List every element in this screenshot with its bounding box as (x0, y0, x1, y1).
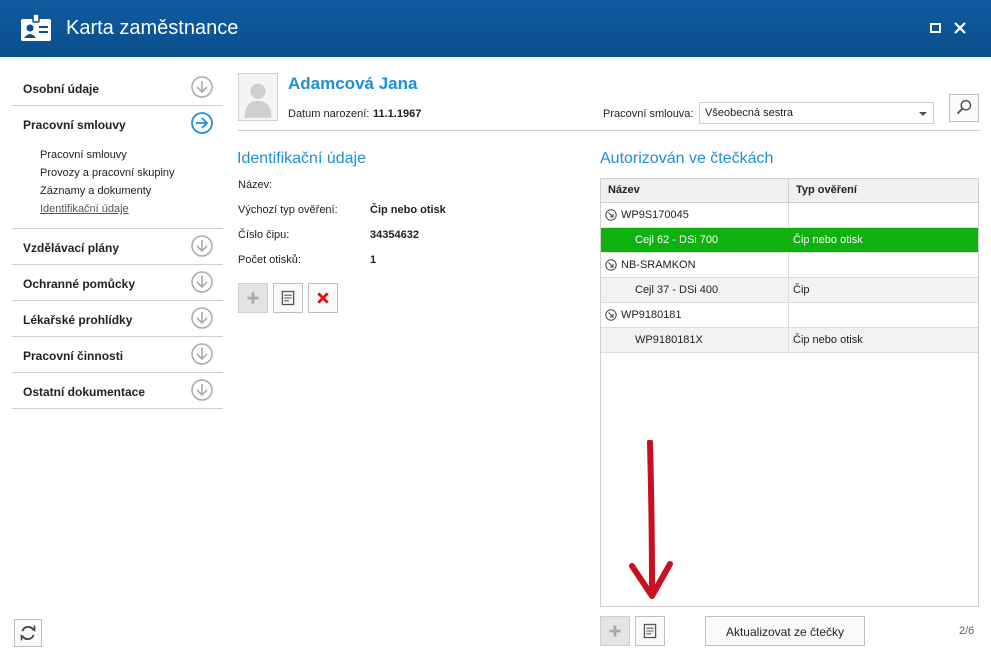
close-icon[interactable] (952, 20, 968, 36)
cell-name: Cejl 37 - DSi 400 (601, 278, 789, 302)
cell-name: Cejl 62 - DSi 700 (601, 228, 789, 252)
row-type: Čip (793, 284, 810, 296)
row-name: WP9180181 (621, 309, 682, 321)
contract-label: Pracovní smlouva: (603, 108, 694, 120)
grid-header: Název Typ ověření (601, 179, 978, 203)
cell-name: NB-SRAMKON (601, 253, 789, 277)
window-title: Karta zaměstnance (66, 17, 239, 39)
employee-name: Adamcová Jana (288, 74, 418, 93)
sidebar-item-label: Pracovní smlouvy (23, 118, 126, 132)
row-type (789, 303, 978, 327)
field-value-typ-overeni: Čip nebo otisk (370, 204, 446, 216)
table-row-group[interactable]: WP9S170045 (601, 203, 978, 228)
arrow-down-circle-icon (191, 343, 213, 365)
sidebar-item-ostatni-dokumentace[interactable]: Ostatní dokumentace (12, 373, 223, 409)
group-expand-icon[interactable] (605, 209, 617, 221)
id-card-icon (21, 13, 51, 41)
table-row[interactable]: WP9180181X Čip nebo otisk (601, 328, 978, 353)
maximize-icon[interactable] (928, 20, 944, 36)
chevron-down-icon (919, 112, 927, 116)
sidebar-item-label: Osobní údaje (23, 82, 100, 96)
arrow-down-circle-icon (191, 76, 213, 98)
column-header-nazev[interactable]: Název (608, 184, 640, 196)
dob-label: Datum narození: (288, 108, 370, 120)
column-separator (788, 179, 789, 203)
magnifier-icon[interactable] (949, 94, 979, 122)
subnav-item-provozy[interactable]: Provozy a pracovní skupiny (40, 164, 223, 182)
group-expand-icon[interactable] (605, 259, 617, 271)
dob-value: 11.1.1967 (373, 108, 422, 120)
sidebar-item-osobni-udaje[interactable]: Osobní údaje (12, 70, 223, 106)
field-label-nazev: Název: (238, 179, 273, 191)
row-name: WP9S170045 (621, 209, 689, 221)
sidebar-item-pracovni-smlouvy[interactable]: Pracovní smlouvy (12, 106, 223, 142)
contract-select[interactable]: Všeobecná sestra (699, 102, 934, 124)
contract-select-value: Všeobecná sestra (705, 107, 794, 119)
field-label-typ-overeni: Výchozí typ ověření: (238, 204, 338, 216)
subnav: Pracovní smlouvy Provozy a pracovní skup… (12, 142, 223, 229)
row-name: NB-SRAMKON (621, 259, 696, 271)
plus-icon[interactable] (238, 283, 268, 313)
sidebar-item-label: Ochranné pomůcky (23, 277, 136, 291)
row-type: Čip nebo otisk (793, 234, 863, 246)
row-name: Cejl 37 - DSi 400 (635, 284, 719, 296)
identification-title: Identifikační údaje (237, 150, 366, 167)
update-from-reader-button[interactable]: Aktualizovat ze čtečky (705, 616, 865, 646)
table-row[interactable]: Cejl 37 - DSi 400 Čip (601, 278, 978, 303)
cell-name: WP9S170045 (601, 203, 789, 227)
arrow-down-circle-icon (191, 379, 213, 401)
sidebar-item-label: Pracovní činnosti (23, 349, 124, 363)
plus-icon[interactable] (600, 616, 630, 646)
edit-document-icon[interactable] (635, 616, 665, 646)
subnav-item-identifikacni-udaje[interactable]: Identifikační údaje (40, 200, 223, 218)
sidebar: Osobní údaje Pracovní smlouvy Pracovní s… (12, 70, 223, 409)
annotation-arrow-icon (629, 440, 673, 599)
refresh-icon[interactable] (14, 619, 42, 647)
sidebar-item-ochranne-pomucky[interactable]: Ochranné pomůcky (12, 265, 223, 301)
sidebar-item-label: Lékařské prohlídky (23, 313, 133, 327)
row-name: WP9180181X (635, 334, 703, 346)
edit-document-icon[interactable] (273, 283, 303, 313)
row-type (789, 253, 978, 277)
employee-card-window: Karta zaměstnance Osobní údaje Pracovní … (0, 0, 991, 658)
field-label-cislo-cipu: Číslo čipu: (238, 229, 290, 241)
field-label-pocet-otisku: Počet otisků: (238, 254, 301, 266)
row-type (789, 203, 978, 227)
column-header-typ-overeni[interactable]: Typ ověření (796, 184, 857, 196)
field-value-pocet-otisku: 1 (370, 254, 377, 266)
table-row-group[interactable]: NB-SRAMKON (601, 253, 978, 278)
sidebar-item-pracovni-cinnosti[interactable]: Pracovní činnosti (12, 337, 223, 373)
delete-x-icon[interactable] (308, 283, 338, 313)
arrow-down-circle-icon (191, 307, 213, 329)
sidebar-item-label: Ostatní dokumentace (23, 385, 146, 399)
subnav-item-zaznamy[interactable]: Záznamy a dokumenty (40, 182, 223, 200)
arrow-down-circle-icon (191, 271, 213, 293)
row-type: Čip nebo otisk (793, 334, 863, 346)
row-name: Cejl 62 - DSi 700 (635, 234, 719, 246)
avatar (238, 73, 278, 121)
sidebar-item-vzdelavaci-plany[interactable]: Vzdělávací plány (12, 229, 223, 265)
cell-name: WP9180181 (601, 303, 789, 327)
sidebar-item-lekarske-prohlidky[interactable]: Lékařské prohlídky (12, 301, 223, 337)
sidebar-item-label: Vzdělávací plány (23, 241, 120, 255)
authorized-title: Autorizován ve čtečkách (600, 150, 774, 167)
arrow-right-circle-icon (191, 112, 213, 134)
subnav-item-pracovni-smlouvy[interactable]: Pracovní smlouvy (40, 146, 223, 164)
header-divider (238, 130, 980, 131)
group-expand-icon[interactable] (605, 309, 617, 321)
table-row-selected[interactable]: Cejl 62 - DSi 700 Čip nebo otisk (601, 228, 978, 253)
title-bar: Karta zaměstnance (0, 0, 991, 57)
table-row-group[interactable]: WP9180181 (601, 303, 978, 328)
arrow-down-circle-icon (191, 235, 213, 257)
cell-name: WP9180181X (601, 328, 789, 352)
pager: 2/6 (959, 625, 975, 637)
field-value-cislo-cipu: 34354632 (370, 229, 419, 241)
